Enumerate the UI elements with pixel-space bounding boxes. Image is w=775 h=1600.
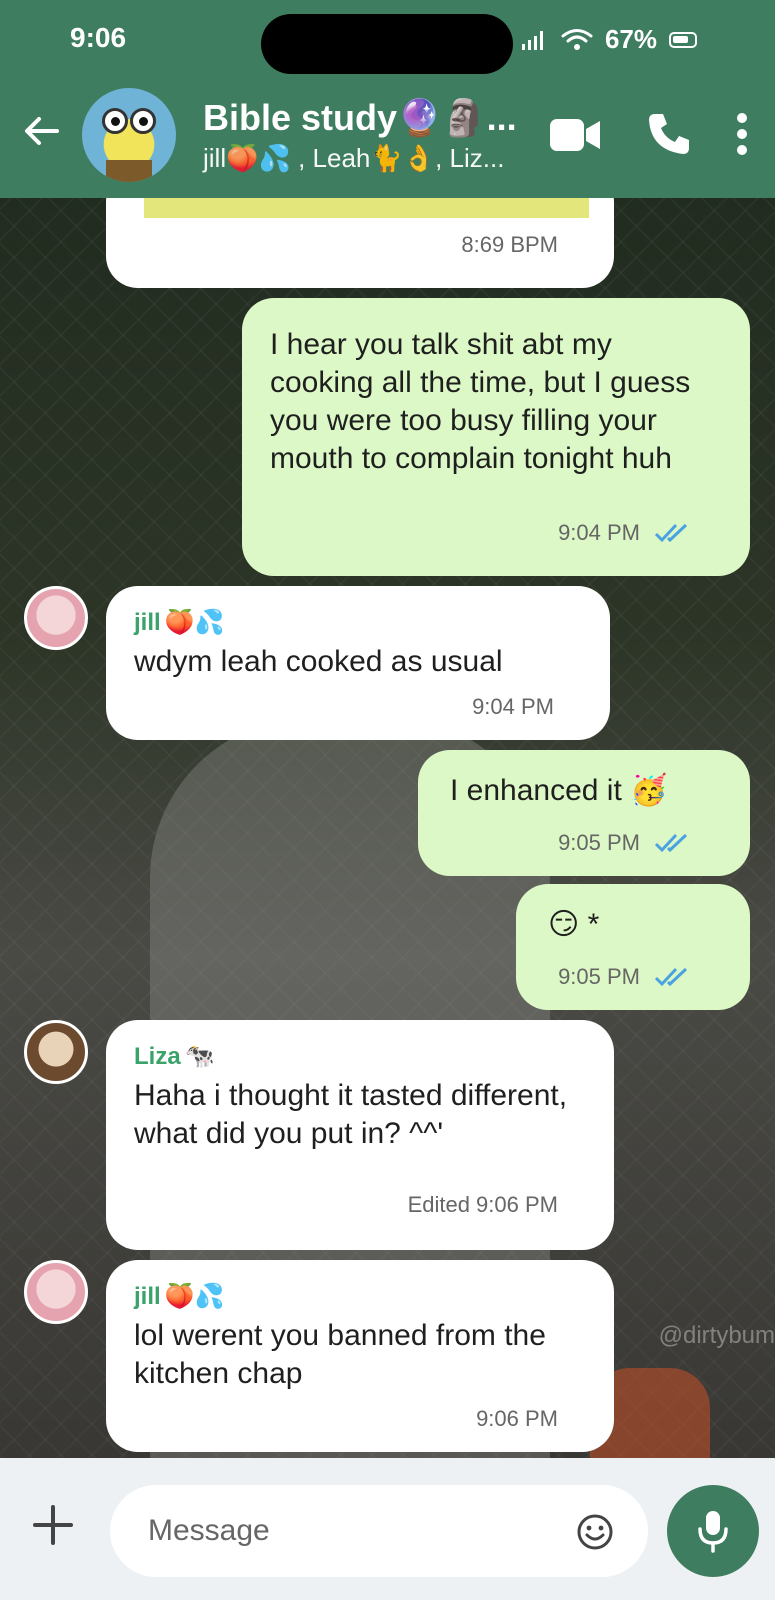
emoji-icon[interactable] (576, 1513, 614, 1551)
wifi-icon (561, 28, 593, 50)
message-text: wdym leah cooked as usual (134, 645, 503, 678)
message-text: I enhanced it 🥳 (450, 774, 668, 807)
battery-percent: 67% (604, 24, 657, 54)
status-time: 9:06 (70, 22, 127, 53)
double-check-icon (654, 833, 688, 853)
message-meta: 9:05 PM (558, 964, 692, 990)
sender-name[interactable]: Liza 🐄 (134, 1042, 586, 1071)
message-time: Edited 9:06 PM (407, 1192, 558, 1217)
message-bubble-outgoing[interactable]: 😏 * 9:05 PM (516, 884, 750, 1010)
microphone-icon (698, 1511, 728, 1553)
message-text: 😏 * (548, 908, 600, 941)
double-check-icon (654, 967, 688, 987)
sender-name[interactable]: jill 🍑💦 (134, 1282, 586, 1311)
avatar-body-shape (106, 160, 152, 182)
message-time: 9:05 PM (558, 830, 640, 855)
camera-notch (261, 14, 513, 74)
message-meta: 9:04 PM (558, 520, 692, 546)
message-bubble-incoming[interactable]: jill 🍑💦 lol werent you banned from the k… (106, 1260, 614, 1452)
message-time: 9:04 PM (472, 694, 554, 719)
message-bubble-incoming[interactable]: Liza 🐄 Haha i thought it tasted differen… (106, 1020, 614, 1250)
avatar-eye-icon (102, 108, 128, 134)
party-emoji: 🥳 (630, 774, 668, 807)
arrow-left-icon (25, 117, 59, 145)
battery-icon (669, 31, 697, 48)
message-time: 8:69 BPM (461, 232, 558, 257)
message-text: I hear you talk shit abt my cooking all … (270, 328, 691, 475)
image-attachment[interactable] (144, 198, 589, 218)
message-bubble-outgoing[interactable]: I enhanced it 🥳 9:05 PM (418, 750, 750, 876)
message-time: 9:06 PM (476, 1406, 558, 1431)
message-time: 9:04 PM (558, 520, 640, 545)
status-icons: 67% (521, 24, 697, 55)
message-text: lol werent you banned from the kitchen c… (134, 1319, 546, 1390)
chat-members[interactable]: jill🍑💦 , Leah🐈👌, Liz... (203, 143, 504, 174)
avatar[interactable] (24, 1020, 88, 1084)
back-button[interactable] (18, 108, 64, 154)
more-options-icon[interactable] (734, 112, 750, 156)
double-check-icon (654, 523, 688, 543)
video-call-icon[interactable] (548, 115, 602, 155)
smirk-emoji: 😏 (548, 908, 580, 941)
message-bubble-outgoing[interactable]: I hear you talk shit abt my cooking all … (242, 298, 750, 576)
avatar[interactable] (24, 1260, 88, 1324)
avatar[interactable] (24, 586, 88, 650)
signal-icon (521, 30, 543, 50)
group-avatar[interactable] (82, 88, 176, 182)
sender-name[interactable]: jill 🍑💦 (134, 608, 582, 637)
voice-record-button[interactable] (667, 1485, 759, 1577)
message-input[interactable] (110, 1485, 648, 1577)
watermark: @dirtybum (658, 1322, 775, 1349)
phone-call-icon[interactable] (645, 110, 693, 158)
avatar-eye-icon (130, 108, 156, 134)
chat-title[interactable]: Bible study🔮🗿... (203, 97, 517, 139)
message-meta: 9:05 PM (558, 830, 692, 856)
message-time: 9:05 PM (558, 964, 640, 989)
message-text: Haha i thought it tasted different, what… (134, 1079, 568, 1150)
attach-plus-icon[interactable] (30, 1502, 76, 1548)
message-bubble-incoming[interactable]: jill 🍑💦 wdym leah cooked as usual 9:04 P… (106, 586, 610, 740)
chat-header: 9:06 67% Bible study🔮🗿... jill🍑💦 , Leah🐈… (0, 0, 775, 198)
